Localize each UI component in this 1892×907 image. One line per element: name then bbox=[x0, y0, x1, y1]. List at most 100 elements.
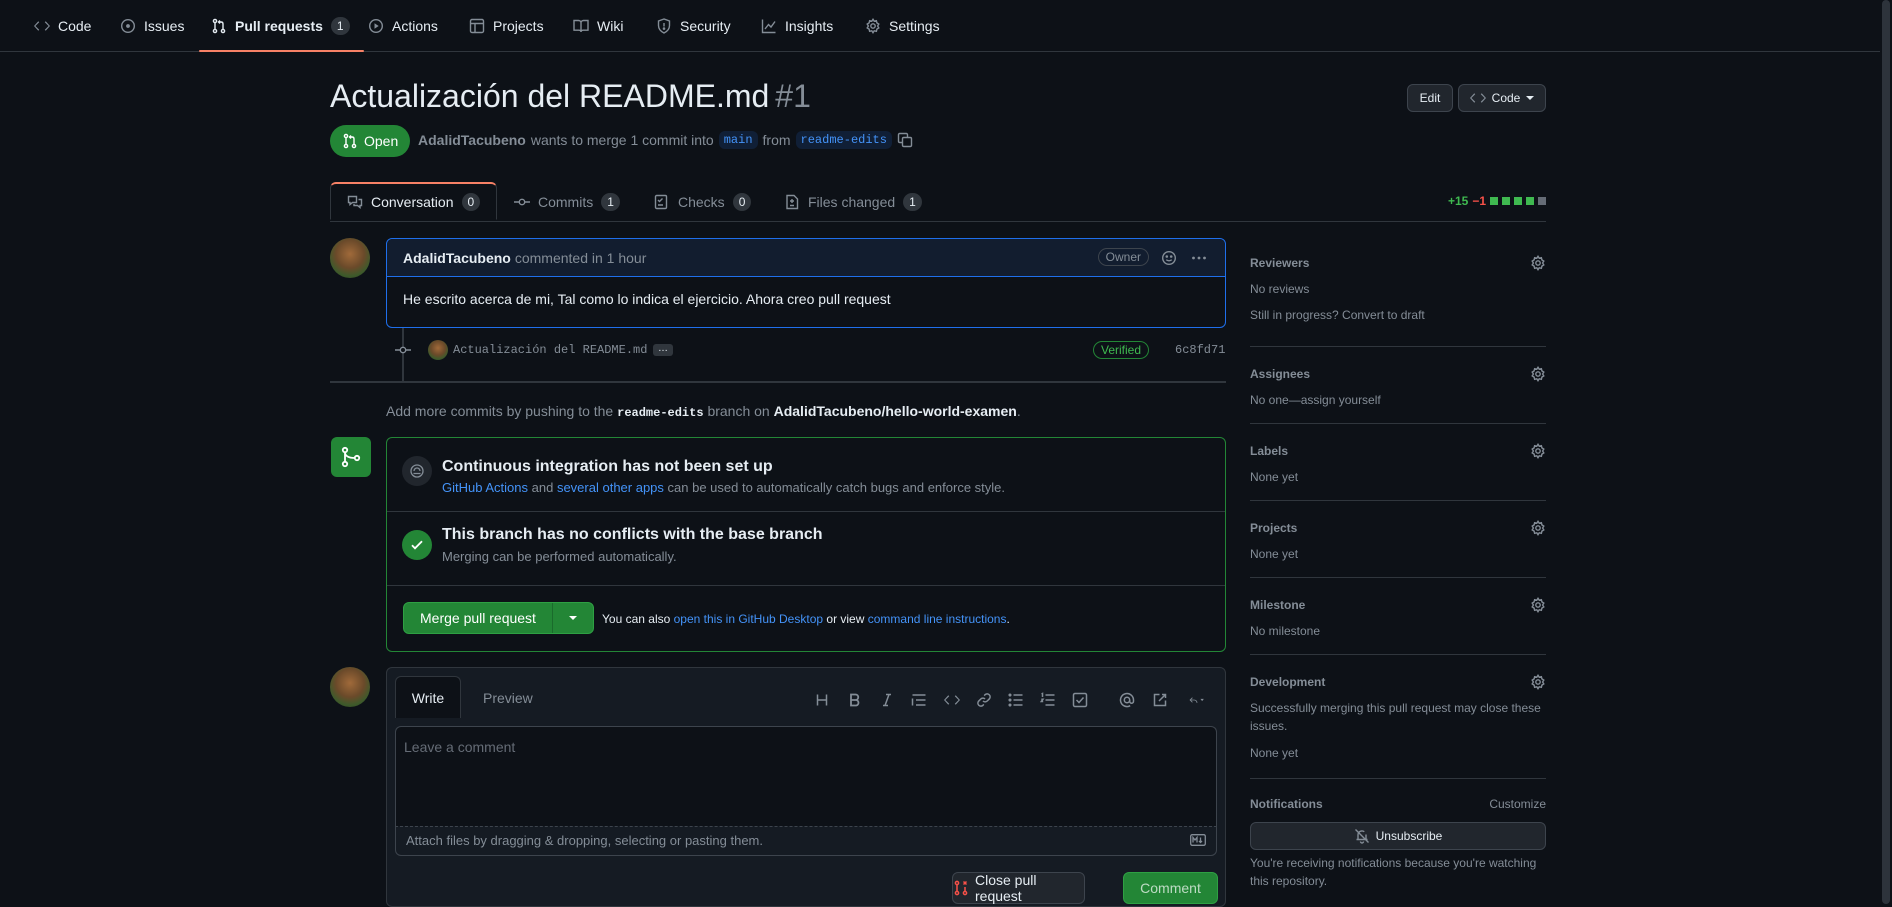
kebab-horizontal-icon[interactable] bbox=[1191, 250, 1207, 266]
scrollbar-thumb[interactable] bbox=[1882, 0, 1890, 904]
attach-files-area[interactable]: Attach files by dragging & dropping, sel… bbox=[395, 826, 1217, 856]
sidebar-notifications: Notifications Customize bbox=[1250, 797, 1546, 817]
nav-code[interactable]: Code bbox=[34, 0, 91, 51]
scrollbar[interactable] bbox=[1880, 0, 1892, 904]
edit-button[interactable]: Edit bbox=[1407, 84, 1453, 112]
tab-checks-count: 0 bbox=[732, 192, 752, 211]
assignees-title[interactable]: Assignees bbox=[1250, 367, 1310, 381]
comment-time[interactable]: commented in 1 hour bbox=[515, 250, 647, 266]
github-actions-link[interactable]: GitHub Actions bbox=[442, 480, 528, 495]
tab-checks-label: Checks bbox=[678, 193, 725, 210]
nav-wiki[interactable]: Wiki bbox=[573, 0, 623, 51]
reply-icon[interactable] bbox=[1183, 691, 1211, 709]
commit-message[interactable]: Actualización del README.md bbox=[453, 343, 647, 357]
tab-preview[interactable]: Preview bbox=[483, 690, 533, 706]
merge-pull-request-button[interactable]: Merge pull request bbox=[404, 603, 553, 633]
unordered-list-icon[interactable] bbox=[1007, 691, 1025, 709]
cross-reference-icon[interactable] bbox=[1151, 691, 1169, 709]
command-line-link[interactable]: command line instructions bbox=[868, 612, 1007, 626]
italic-icon[interactable] bbox=[878, 691, 896, 709]
merge-actions: Merge pull request You can also open thi… bbox=[387, 586, 1225, 651]
reviewers-title[interactable]: Reviewers bbox=[1250, 256, 1309, 270]
close-pull-request-button[interactable]: Close pull request bbox=[952, 872, 1085, 904]
tasklist-icon[interactable] bbox=[1071, 691, 1089, 709]
comment-textarea[interactable]: Leave a comment bbox=[395, 726, 1217, 826]
ci-and: and bbox=[531, 480, 554, 495]
merge-status-icon bbox=[331, 437, 371, 477]
caret-down-icon bbox=[1526, 94, 1535, 102]
verified-badge[interactable]: Verified bbox=[1093, 341, 1150, 359]
code-dropdown-button[interactable]: Code bbox=[1458, 84, 1546, 112]
pull-request-icon bbox=[211, 18, 227, 34]
nav-actions[interactable]: Actions bbox=[368, 0, 438, 51]
tab-write[interactable]: Write bbox=[395, 676, 461, 718]
tab-checks[interactable]: Checks 0 bbox=[654, 182, 752, 221]
nav-issues[interactable]: Issues bbox=[120, 0, 184, 51]
projects-title[interactable]: Projects bbox=[1250, 521, 1297, 535]
markdown-icon[interactable] bbox=[1190, 834, 1206, 846]
base-branch[interactable]: main bbox=[718, 131, 758, 149]
gear-icon[interactable] bbox=[1530, 674, 1546, 690]
nav-settings[interactable]: Settings bbox=[865, 0, 940, 51]
comment-author[interactable]: AdalidTacubeno bbox=[403, 250, 511, 266]
milestone-value: No milestone bbox=[1250, 624, 1321, 638]
sidebar-projects: Projects None yet bbox=[1250, 517, 1546, 578]
heading-icon[interactable] bbox=[813, 691, 831, 709]
mention-icon[interactable] bbox=[1118, 691, 1136, 709]
bold-icon[interactable] bbox=[846, 691, 864, 709]
diffstat: +15 −1 bbox=[1448, 194, 1546, 208]
conflicts-subtitle: Merging can be performed automatically. bbox=[442, 549, 677, 564]
nav-insights[interactable]: Insights bbox=[761, 0, 833, 51]
comment-discussion-icon bbox=[347, 194, 363, 210]
code-icon[interactable] bbox=[943, 691, 961, 709]
customize-link[interactable]: Customize bbox=[1489, 797, 1546, 811]
copy-icon[interactable] bbox=[897, 132, 913, 148]
commit-expand-button[interactable]: … bbox=[653, 344, 673, 356]
caret-down-icon bbox=[568, 614, 577, 622]
convert-to-draft-link[interactable]: Still in progress? Convert to draft bbox=[1250, 308, 1425, 322]
tab-commits[interactable]: Commits 1 bbox=[514, 182, 620, 221]
nav-projects[interactable]: Projects bbox=[469, 0, 544, 51]
push-hint-repo[interactable]: AdalidTacubeno/hello-world-examen bbox=[774, 403, 1017, 419]
also-period: . bbox=[1006, 612, 1010, 626]
commit-sha[interactable]: 6c8fd71 bbox=[1175, 343, 1225, 357]
comment-button[interactable]: Comment bbox=[1123, 872, 1218, 904]
gear-icon[interactable] bbox=[1530, 520, 1546, 536]
gear-icon[interactable] bbox=[1530, 597, 1546, 613]
commit-author-avatar[interactable] bbox=[428, 340, 448, 360]
ordered-list-icon[interactable] bbox=[1039, 691, 1057, 709]
merge-method-dropdown[interactable] bbox=[553, 603, 593, 633]
diffstat-box bbox=[1526, 197, 1534, 205]
development-title[interactable]: Development bbox=[1250, 675, 1325, 689]
head-branch[interactable]: readme-edits bbox=[795, 131, 892, 149]
other-apps-link[interactable]: several other apps bbox=[557, 480, 664, 495]
avatar[interactable] bbox=[330, 667, 370, 707]
sidebar-milestone: Milestone No milestone bbox=[1250, 594, 1546, 655]
merge-pull-request-button-group: Merge pull request bbox=[403, 602, 594, 634]
code-button-label: Code bbox=[1491, 91, 1521, 105]
gear-icon[interactable] bbox=[1530, 255, 1546, 271]
smiley-icon[interactable] bbox=[1161, 250, 1177, 266]
pr-author-link[interactable]: AdalidTacubeno bbox=[418, 132, 526, 148]
timeline-divider bbox=[330, 381, 1226, 383]
push-hint-text-2: branch on bbox=[707, 403, 770, 419]
milestone-title[interactable]: Milestone bbox=[1250, 598, 1305, 612]
table-icon bbox=[469, 18, 485, 34]
gear-icon[interactable] bbox=[1530, 366, 1546, 382]
page-title: Actualización del README.md #1 bbox=[330, 78, 811, 115]
bell-slash-icon bbox=[1354, 828, 1370, 844]
nav-pull-requests[interactable]: Pull requests 1 bbox=[199, 0, 364, 52]
assignees-value[interactable]: No one—assign yourself bbox=[1250, 393, 1381, 407]
gear-icon[interactable] bbox=[1530, 443, 1546, 459]
avatar[interactable] bbox=[330, 238, 370, 278]
quote-icon[interactable] bbox=[910, 691, 928, 709]
labels-title[interactable]: Labels bbox=[1250, 444, 1288, 458]
github-desktop-link[interactable]: open this in GitHub Desktop bbox=[674, 612, 823, 626]
unsubscribe-button[interactable]: Unsubscribe bbox=[1250, 822, 1546, 850]
tab-files-changed[interactable]: Files changed 1 bbox=[784, 182, 922, 221]
tab-conversation[interactable]: Conversation 0 bbox=[330, 182, 498, 220]
nav-pull-requests-label: Pull requests bbox=[235, 17, 323, 34]
nav-security[interactable]: Security bbox=[656, 0, 731, 51]
sidebar-assignees: Assignees No one—assign yourself bbox=[1250, 363, 1546, 424]
link-icon[interactable] bbox=[975, 691, 993, 709]
